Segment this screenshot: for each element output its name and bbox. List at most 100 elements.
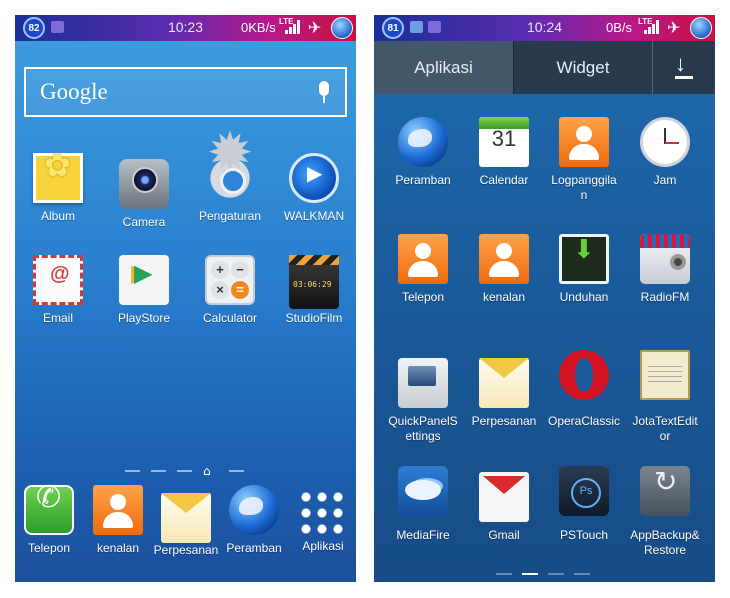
download-button[interactable]: [652, 41, 715, 94]
app-operaclassic[interactable]: OperaClassic: [544, 350, 624, 429]
clock-icon: [640, 117, 690, 167]
app-appbackup-restore[interactable]: AppBackup& Restore: [625, 466, 705, 558]
tab-aplikasi[interactable]: Aplikasi: [374, 41, 513, 94]
google-search-bar[interactable]: Google: [24, 67, 347, 117]
quick-panel-icon: [398, 358, 448, 408]
calculator-icon: + − × =: [205, 255, 255, 305]
app-pstouch[interactable]: PSTouch: [544, 466, 624, 543]
message-icon: [479, 358, 529, 408]
status-bar: 81 10:24 0B/s LTE ✈: [374, 15, 715, 41]
app-logpanggilan[interactable]: Logpanggila n: [544, 117, 624, 203]
album-icon: [33, 153, 83, 203]
calendar-icon: 31: [479, 117, 529, 167]
app-kenalan[interactable]: kenalan: [464, 234, 544, 305]
playstore-icon: [119, 255, 169, 305]
app-album[interactable]: Album: [18, 153, 98, 224]
mic-icon[interactable]: [319, 81, 329, 103]
app-label: OperaClassic: [547, 414, 621, 428]
app-calendar[interactable]: 31 Calendar: [464, 117, 544, 188]
app-label: Calculator: [202, 311, 258, 325]
app-unduhan[interactable]: Unduhan: [544, 234, 624, 305]
app-label: PSTouch: [559, 528, 609, 542]
app-gmail[interactable]: Gmail: [464, 466, 544, 543]
app-telepon[interactable]: Telepon: [383, 234, 463, 305]
apps-grid-icon: [298, 489, 348, 539]
app-mediafire[interactable]: MediaFire: [383, 466, 463, 543]
app-label: Peramban: [395, 173, 451, 187]
app-label: Aplikasi: [302, 539, 344, 553]
airplane-icon: ✈: [667, 18, 681, 37]
app-label: Telepon: [401, 290, 445, 304]
text-editor-icon: [640, 350, 690, 400]
app-email[interactable]: Email: [18, 255, 98, 326]
status-time: 10:24: [526, 19, 563, 35]
app-playstore[interactable]: PlayStore: [104, 255, 184, 326]
app-jotatexteditor[interactable]: JotaTextEdit or: [625, 350, 705, 444]
app-pengaturan[interactable]: Pengaturan: [190, 145, 270, 224]
app-label: Gmail: [488, 528, 520, 542]
photoshop-touch-icon: [559, 466, 609, 516]
network-speed: 0KB/s: [241, 20, 276, 35]
download-manager-icon: [559, 234, 609, 284]
call-log-icon: [559, 117, 609, 167]
download-icon: [675, 51, 693, 79]
app-label: kenalan: [482, 290, 526, 304]
phone-icon: [24, 485, 74, 535]
app-label: PlayStore: [117, 311, 171, 325]
opera-icon: [559, 350, 609, 400]
app-label: Email: [42, 311, 73, 325]
app-peramban[interactable]: Peramban: [383, 117, 463, 188]
airplane-icon: ✈: [308, 18, 322, 37]
drawer-tab-bar: Aplikasi Widget: [374, 41, 715, 94]
gear-icon: [205, 145, 255, 203]
app-perpesanan[interactable]: Perpesanan: [464, 350, 544, 429]
app-studiofilm[interactable]: StudioFilm: [274, 255, 354, 326]
app-quickpanelsettings[interactable]: QuickPanelS ettings: [383, 350, 463, 444]
app-camera[interactable]: Camera: [104, 153, 184, 230]
app-label: WALKMAN: [283, 209, 345, 223]
app-label: Camera: [122, 215, 166, 229]
google-logo: Google: [40, 79, 108, 104]
app-walkman[interactable]: WALKMAN: [274, 153, 354, 224]
home-icon: ⌂: [203, 464, 211, 478]
app-label: RadioFM: [640, 290, 690, 304]
walkman-icon: [289, 153, 339, 203]
backup-restore-icon: [640, 466, 690, 516]
dock-aplikasi[interactable]: Aplikasi: [283, 485, 356, 554]
app-label: StudioFilm: [285, 311, 343, 325]
app-label: Calendar: [479, 173, 529, 187]
page-indicator: [496, 573, 596, 577]
app-label: Unduhan: [559, 290, 609, 304]
signal-icon: [644, 20, 659, 34]
network-speed: 0B/s: [606, 20, 633, 35]
app-drawer-screen: 81 10:24 0B/s LTE ✈ Aplikasi Widget Pera…: [374, 15, 715, 582]
page-indicator: ⌂: [125, 464, 250, 478]
app-label: Album: [40, 209, 75, 223]
app-calculator[interactable]: + − × = Calculator: [190, 255, 270, 326]
dock-peramban[interactable]: Peramban: [214, 485, 294, 556]
app-label: JotaTextEdit or: [632, 414, 698, 443]
app-label: AppBackup& Restore: [630, 528, 700, 557]
phone-contact-icon: [398, 234, 448, 284]
tab-widget[interactable]: Widget: [513, 41, 652, 94]
app-label: QuickPanelS ettings: [388, 414, 458, 443]
app-label: Peramban: [226, 541, 282, 555]
message-icon: [161, 493, 211, 543]
mediafire-icon: [398, 466, 448, 516]
app-jam[interactable]: Jam: [625, 117, 705, 188]
app-label: Logpanggila n: [551, 173, 617, 202]
camera-icon: [119, 159, 169, 209]
app-label: Pengaturan: [198, 209, 262, 223]
browser-globe-icon: [229, 485, 279, 535]
status-time: 10:23: [167, 19, 204, 35]
status-bar: 82 10:23 0KB/s LTE ✈: [15, 15, 356, 41]
film-clapper-icon: [289, 255, 339, 309]
app-radiofm[interactable]: RadioFM: [625, 234, 705, 305]
gmail-icon: [479, 472, 529, 522]
calendar-day: 31: [491, 126, 517, 151]
email-icon: [33, 255, 83, 305]
app-label: Jam: [653, 173, 677, 187]
contacts-icon: [93, 485, 143, 535]
app-label: Perpesanan: [471, 414, 537, 428]
browser-globe-icon: [398, 117, 448, 167]
